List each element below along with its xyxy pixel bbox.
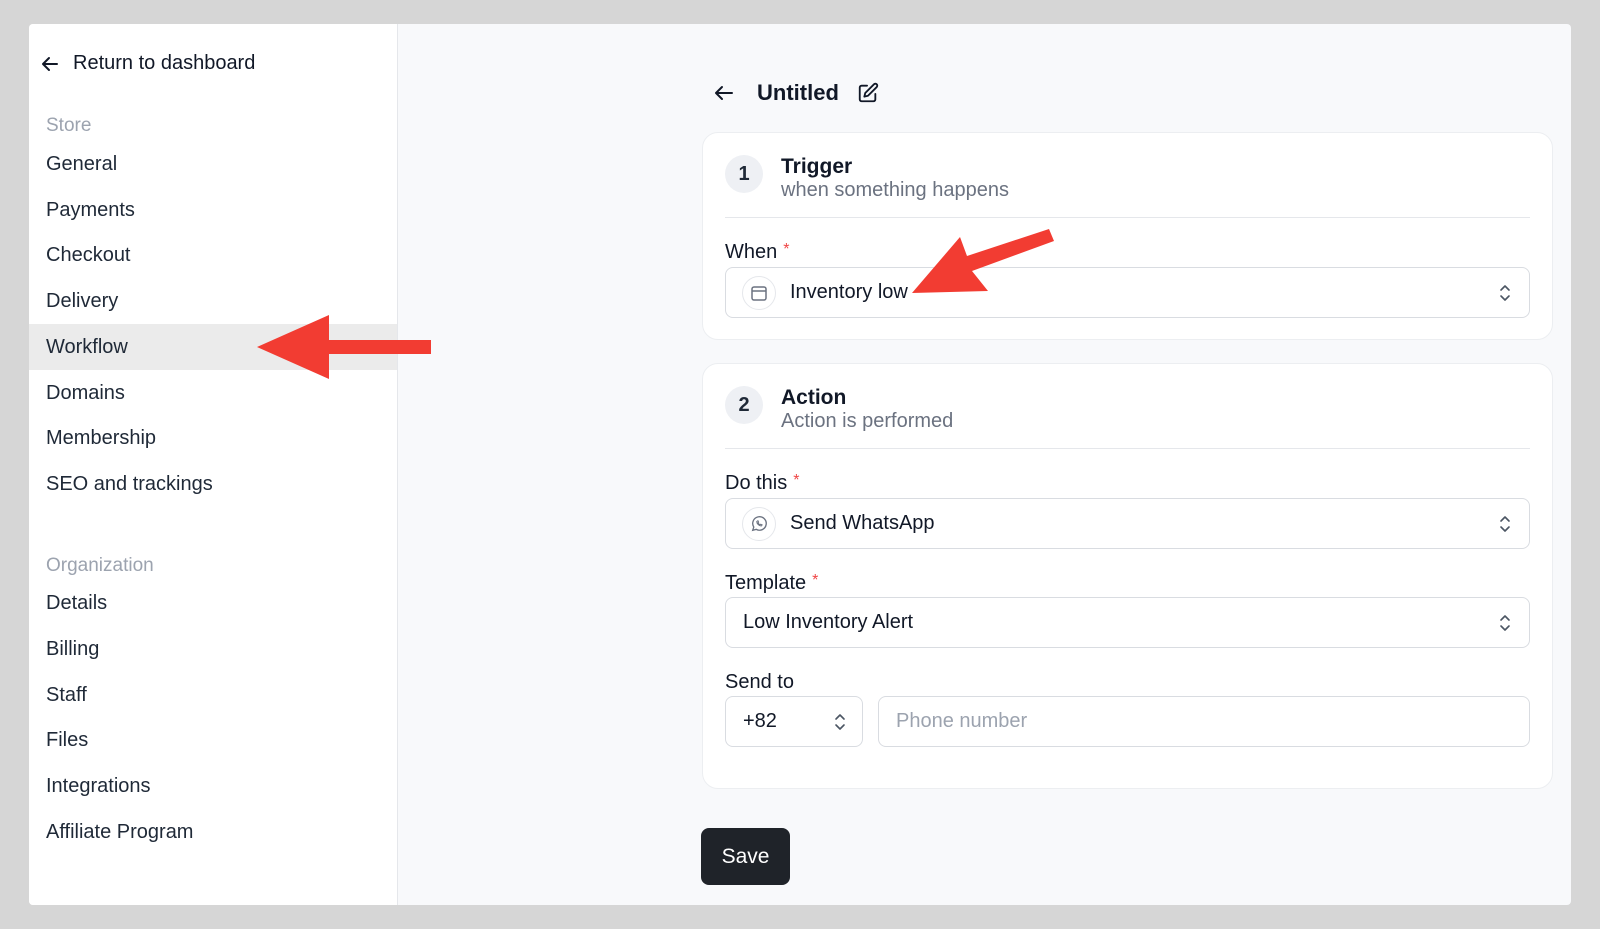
template-select[interactable]: Low Inventory Alert — [725, 597, 1530, 648]
action-divider — [725, 448, 1530, 449]
chevron-up-down-icon — [1500, 614, 1510, 631]
whatsapp-icon — [742, 506, 776, 541]
calendar-icon — [742, 275, 776, 310]
save-button[interactable]: Save — [701, 828, 790, 885]
sidebar-item-general[interactable]: General — [29, 141, 397, 187]
sidebar-item-workflow[interactable]: Workflow — [29, 324, 397, 370]
sidebar-item-payments[interactable]: Payments — [29, 187, 397, 233]
step-badge-1: 1 — [725, 155, 763, 193]
chevron-up-down-icon — [835, 713, 845, 730]
trigger-subtitle: when something happens — [781, 179, 1009, 201]
chevron-up-down-icon — [1500, 515, 1510, 532]
sidebar-item-affiliate[interactable]: Affiliate Program — [29, 809, 397, 855]
chevron-up-down-icon — [1500, 284, 1510, 301]
do-this-label: Do this * — [725, 472, 800, 494]
template-label: Template * — [725, 572, 819, 594]
required-mark: * — [783, 241, 790, 258]
action-title: Action — [781, 386, 847, 409]
sidebar-item-domains[interactable]: Domains — [29, 370, 397, 416]
action-card: 2 Action Action is performed Do this * Se… — [702, 363, 1553, 789]
back-arrow-icon[interactable] — [713, 82, 735, 104]
sidebar: Return to dashboard Store General Paymen… — [29, 24, 398, 905]
when-select[interactable]: Inventory low — [725, 267, 1530, 318]
required-mark: * — [812, 572, 819, 589]
return-label: Return to dashboard — [73, 52, 256, 74]
step-badge-2: 2 — [725, 386, 763, 424]
template-value: Low Inventory Alert — [743, 611, 914, 633]
country-code-select[interactable]: +82 — [725, 696, 863, 747]
edit-icon[interactable] — [857, 82, 879, 104]
workflow-title: Untitled — [757, 80, 839, 105]
send-to-label: Send to — [725, 671, 794, 693]
sidebar-item-details[interactable]: Details — [29, 580, 397, 626]
trigger-card: 1 Trigger when something happens When * I… — [702, 132, 1553, 340]
sidebar-item-checkout[interactable]: Checkout — [29, 232, 397, 278]
trigger-divider — [725, 217, 1530, 218]
action-subtitle: Action is performed — [781, 410, 954, 432]
sidebar-item-delivery[interactable]: Delivery — [29, 278, 397, 324]
phone-number-input[interactable] — [878, 696, 1530, 747]
when-value: Inventory low — [790, 281, 908, 303]
workflow-header: Untitled — [713, 80, 879, 106]
sidebar-item-seo[interactable]: SEO and trackings — [29, 461, 397, 507]
sidebar-item-billing[interactable]: Billing — [29, 626, 397, 672]
when-label: When * — [725, 241, 790, 263]
sidebar-item-membership[interactable]: Membership — [29, 415, 397, 461]
sidebar-item-staff[interactable]: Staff — [29, 672, 397, 718]
app-window: Return to dashboard Store General Paymen… — [29, 24, 1571, 905]
trigger-title: Trigger — [781, 155, 853, 178]
do-this-value: Send WhatsApp — [790, 512, 935, 534]
do-this-select[interactable]: Send WhatsApp — [725, 498, 1530, 549]
sidebar-item-files[interactable]: Files — [29, 717, 397, 763]
store-section-label: Store — [46, 115, 92, 136]
sidebar-item-integrations[interactable]: Integrations — [29, 763, 397, 809]
country-code-value: +82 — [743, 710, 777, 732]
required-mark: * — [793, 472, 800, 489]
organization-section-label: Organization — [46, 555, 154, 576]
return-to-dashboard-link[interactable]: Return to dashboard — [40, 52, 255, 75]
arrow-left-icon — [42, 56, 58, 71]
